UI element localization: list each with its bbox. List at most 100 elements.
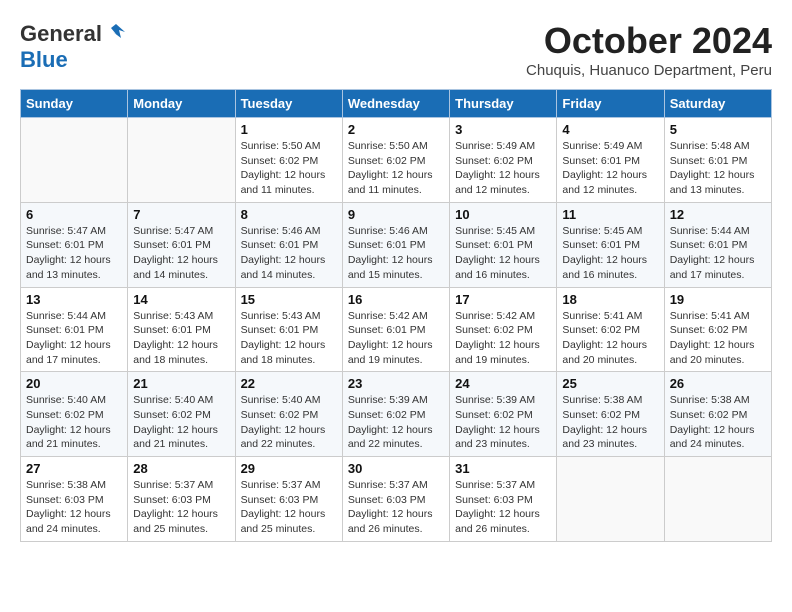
calendar-cell: 15 Sunrise: 5:43 AMSunset: 6:01 PMDayligh… — [235, 287, 342, 372]
logo-general-text: General — [20, 21, 102, 47]
calendar-cell: 25 Sunrise: 5:38 AMSunset: 6:02 PMDayligh… — [557, 372, 664, 457]
day-info: Sunrise: 5:40 AMSunset: 6:02 PMDaylight:… — [26, 393, 122, 452]
day-number: 3 — [455, 122, 551, 137]
calendar-cell: 16Sunrise: 5:42 AMSunset: 6:01 PMDayligh… — [342, 287, 449, 372]
day-info: Sunrise: 5:41 AMSunset: 6:02 PMDaylight:… — [562, 309, 658, 368]
calendar-cell: 14 Sunrise: 5:43 AMSunset: 6:01 PMDayligh… — [128, 287, 235, 372]
day-number: 22 — [241, 376, 337, 391]
day-info: Sunrise: 5:43 AMSunset: 6:01 PMDaylight:… — [241, 309, 337, 368]
calendar-cell — [128, 118, 235, 203]
calendar-cell: 28Sunrise: 5:37 AMSunset: 6:03 PMDayligh… — [128, 457, 235, 542]
month-title: October 2024 — [526, 20, 772, 62]
calendar-cell: 17 Sunrise: 5:42 AMSunset: 6:02 PMDayligh… — [450, 287, 557, 372]
calendar-cell: 20 Sunrise: 5:40 AMSunset: 6:02 PMDayligh… — [21, 372, 128, 457]
calendar-cell: 11Sunrise: 5:45 AMSunset: 6:01 PMDayligh… — [557, 202, 664, 287]
col-header-sunday: Sunday — [21, 90, 128, 118]
day-info: Sunrise: 5:37 AMSunset: 6:03 PMDaylight:… — [241, 478, 337, 537]
title-section: October 2024 Chuquis, Huanuco Department… — [526, 20, 772, 79]
col-header-thursday: Thursday — [450, 90, 557, 118]
calendar-week-1: 1 Sunrise: 5:50 AMSunset: 6:02 PMDaylight… — [21, 118, 772, 203]
page-header: General Blue October 2024 Chuquis, Huanu… — [20, 20, 772, 79]
day-number: 10 — [455, 207, 551, 222]
calendar-week-3: 13 Sunrise: 5:44 AMSunset: 6:01 PMDayligh… — [21, 287, 772, 372]
day-number: 7 — [133, 207, 229, 222]
col-header-friday: Friday — [557, 90, 664, 118]
day-info: Sunrise: 5:38 AMSunset: 6:02 PMDaylight:… — [670, 393, 766, 452]
day-info: Sunrise: 5:44 AMSunset: 6:01 PMDaylight:… — [26, 309, 122, 368]
day-info: Sunrise: 5:38 AMSunset: 6:03 PMDaylight:… — [26, 478, 122, 537]
day-info: Sunrise: 5:45 AMSunset: 6:01 PMDaylight:… — [455, 224, 551, 283]
calendar-cell: 10 Sunrise: 5:45 AMSunset: 6:01 PMDayligh… — [450, 202, 557, 287]
calendar-cell: 30 Sunrise: 5:37 AMSunset: 6:03 PMDayligh… — [342, 457, 449, 542]
col-header-tuesday: Tuesday — [235, 90, 342, 118]
day-number: 20 — [26, 376, 122, 391]
day-number: 9 — [348, 207, 444, 222]
day-info: Sunrise: 5:48 AMSunset: 6:01 PMDaylight:… — [670, 139, 766, 198]
calendar-week-2: 6Sunrise: 5:47 AMSunset: 6:01 PMDaylight… — [21, 202, 772, 287]
day-number: 5 — [670, 122, 766, 137]
calendar-cell: 31 Sunrise: 5:37 AMSunset: 6:03 PMDayligh… — [450, 457, 557, 542]
calendar-cell: 8Sunrise: 5:46 AMSunset: 6:01 PMDaylight… — [235, 202, 342, 287]
day-number: 29 — [241, 461, 337, 476]
day-number: 17 — [455, 292, 551, 307]
calendar-cell: 13 Sunrise: 5:44 AMSunset: 6:01 PMDayligh… — [21, 287, 128, 372]
calendar-cell: 18 Sunrise: 5:41 AMSunset: 6:02 PMDayligh… — [557, 287, 664, 372]
day-info: Sunrise: 5:42 AMSunset: 6:01 PMDaylight:… — [348, 309, 444, 368]
calendar-cell — [664, 457, 771, 542]
day-number: 21 — [133, 376, 229, 391]
day-number: 1 — [241, 122, 337, 137]
day-info: Sunrise: 5:41 AMSunset: 6:02 PMDaylight:… — [670, 309, 766, 368]
calendar-cell: 7Sunrise: 5:47 AMSunset: 6:01 PMDaylight… — [128, 202, 235, 287]
location-text: Chuquis, Huanuco Department, Peru — [526, 62, 772, 79]
day-number: 12 — [670, 207, 766, 222]
day-info: Sunrise: 5:49 AMSunset: 6:01 PMDaylight:… — [562, 139, 658, 198]
calendar-cell — [21, 118, 128, 203]
day-number: 24 — [455, 376, 551, 391]
calendar-week-4: 20 Sunrise: 5:40 AMSunset: 6:02 PMDayligh… — [21, 372, 772, 457]
day-info: Sunrise: 5:49 AMSunset: 6:02 PMDaylight:… — [455, 139, 551, 198]
calendar-cell: 24 Sunrise: 5:39 AMSunset: 6:02 PMDayligh… — [450, 372, 557, 457]
logo-bird-icon — [105, 20, 127, 47]
day-info: Sunrise: 5:44 AMSunset: 6:01 PMDaylight:… — [670, 224, 766, 283]
day-info: Sunrise: 5:37 AMSunset: 6:03 PMDaylight:… — [133, 478, 229, 537]
day-number: 8 — [241, 207, 337, 222]
day-info: Sunrise: 5:37 AMSunset: 6:03 PMDaylight:… — [455, 478, 551, 537]
day-info: Sunrise: 5:39 AMSunset: 6:02 PMDaylight:… — [455, 393, 551, 452]
calendar-cell: 4Sunrise: 5:49 AMSunset: 6:01 PMDaylight… — [557, 118, 664, 203]
calendar-cell: 12 Sunrise: 5:44 AMSunset: 6:01 PMDayligh… — [664, 202, 771, 287]
calendar-cell: 5 Sunrise: 5:48 AMSunset: 6:01 PMDaylight… — [664, 118, 771, 203]
calendar-cell: 2Sunrise: 5:50 AMSunset: 6:02 PMDaylight… — [342, 118, 449, 203]
calendar-cell: 6Sunrise: 5:47 AMSunset: 6:01 PMDaylight… — [21, 202, 128, 287]
day-number: 15 — [241, 292, 337, 307]
day-info: Sunrise: 5:39 AMSunset: 6:02 PMDaylight:… — [348, 393, 444, 452]
day-info: Sunrise: 5:47 AMSunset: 6:01 PMDaylight:… — [26, 224, 122, 283]
logo: General Blue — [20, 20, 127, 73]
day-info: Sunrise: 5:42 AMSunset: 6:02 PMDaylight:… — [455, 309, 551, 368]
day-info: Sunrise: 5:37 AMSunset: 6:03 PMDaylight:… — [348, 478, 444, 537]
calendar-header-row: SundayMondayTuesdayWednesdayThursdayFrid… — [21, 90, 772, 118]
day-number: 19 — [670, 292, 766, 307]
day-number: 31 — [455, 461, 551, 476]
day-info: Sunrise: 5:50 AMSunset: 6:02 PMDaylight:… — [348, 139, 444, 198]
day-number: 25 — [562, 376, 658, 391]
day-number: 14 — [133, 292, 229, 307]
day-number: 11 — [562, 207, 658, 222]
day-number: 30 — [348, 461, 444, 476]
day-number: 18 — [562, 292, 658, 307]
col-header-monday: Monday — [128, 90, 235, 118]
calendar-cell: 9Sunrise: 5:46 AMSunset: 6:01 PMDaylight… — [342, 202, 449, 287]
calendar-cell: 23Sunrise: 5:39 AMSunset: 6:02 PMDayligh… — [342, 372, 449, 457]
day-number: 13 — [26, 292, 122, 307]
day-info: Sunrise: 5:40 AMSunset: 6:02 PMDaylight:… — [241, 393, 337, 452]
calendar-week-5: 27Sunrise: 5:38 AMSunset: 6:03 PMDayligh… — [21, 457, 772, 542]
calendar-cell: 22 Sunrise: 5:40 AMSunset: 6:02 PMDayligh… — [235, 372, 342, 457]
day-info: Sunrise: 5:38 AMSunset: 6:02 PMDaylight:… — [562, 393, 658, 452]
day-number: 26 — [670, 376, 766, 391]
col-header-saturday: Saturday — [664, 90, 771, 118]
day-info: Sunrise: 5:43 AMSunset: 6:01 PMDaylight:… — [133, 309, 229, 368]
col-header-wednesday: Wednesday — [342, 90, 449, 118]
calendar-cell: 19 Sunrise: 5:41 AMSunset: 6:02 PMDayligh… — [664, 287, 771, 372]
calendar-table: SundayMondayTuesdayWednesdayThursdayFrid… — [20, 89, 772, 542]
logo-blue-text: Blue — [20, 47, 68, 72]
day-info: Sunrise: 5:40 AMSunset: 6:02 PMDaylight:… — [133, 393, 229, 452]
